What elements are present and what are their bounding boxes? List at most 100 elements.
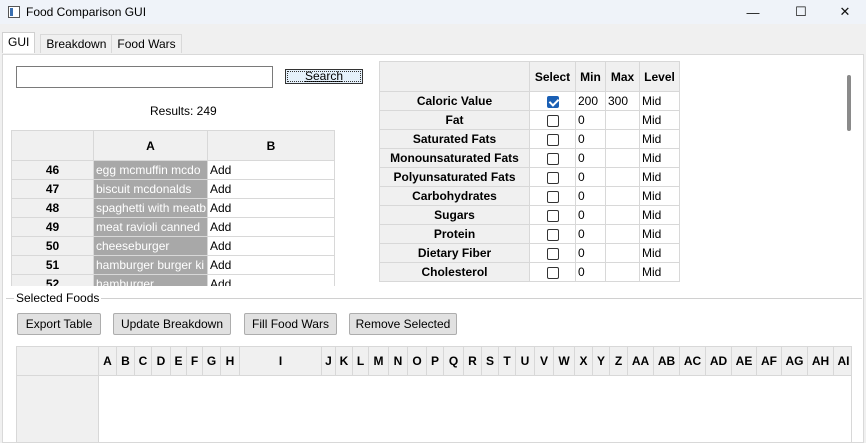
select-checkbox[interactable] bbox=[546, 266, 559, 279]
add-cell[interactable]: Add bbox=[207, 217, 335, 237]
column-header[interactable]: U bbox=[516, 347, 535, 376]
max-cell[interactable] bbox=[605, 262, 640, 282]
min-cell[interactable]: 200 bbox=[575, 91, 606, 111]
column-header[interactable]: AH bbox=[808, 347, 834, 376]
select-checkbox[interactable] bbox=[546, 190, 559, 203]
column-header[interactable]: A bbox=[99, 347, 117, 376]
column-header[interactable]: Z bbox=[610, 347, 628, 376]
add-cell[interactable]: Add bbox=[207, 274, 335, 286]
tab-gui[interactable]: GUI bbox=[2, 32, 36, 53]
column-header[interactable]: T bbox=[499, 347, 516, 376]
nutrient-table-scrollbar[interactable] bbox=[847, 75, 851, 131]
level-cell[interactable]: Mid bbox=[639, 148, 680, 168]
column-header-b[interactable]: B bbox=[207, 130, 335, 161]
column-header[interactable]: AA bbox=[628, 347, 654, 376]
min-cell[interactable]: 0 bbox=[575, 186, 606, 206]
min-cell[interactable]: 0 bbox=[575, 243, 606, 263]
column-header[interactable]: F bbox=[187, 347, 203, 376]
level-cell[interactable]: Mid bbox=[639, 262, 680, 282]
level-cell[interactable]: Mid bbox=[639, 186, 680, 206]
column-header[interactable]: AG bbox=[782, 347, 808, 376]
tab-food-wars[interactable]: Food Wars bbox=[111, 34, 182, 53]
select-checkbox[interactable] bbox=[546, 247, 559, 260]
select-checkbox[interactable] bbox=[546, 209, 559, 222]
max-cell[interactable] bbox=[605, 205, 640, 225]
remove-selected-button[interactable]: Remove Selected bbox=[349, 313, 457, 335]
column-header[interactable]: N bbox=[389, 347, 408, 376]
food-name-cell[interactable]: cheeseburger bbox=[93, 236, 208, 256]
level-cell[interactable]: Mid bbox=[639, 243, 680, 263]
column-header[interactable]: R bbox=[464, 347, 482, 376]
column-header-level[interactable]: Level bbox=[639, 61, 680, 92]
add-cell[interactable]: Add bbox=[207, 160, 335, 180]
column-header[interactable]: AE bbox=[732, 347, 757, 376]
column-header[interactable]: AB bbox=[654, 347, 680, 376]
column-header[interactable]: X bbox=[575, 347, 593, 376]
max-cell[interactable] bbox=[605, 186, 640, 206]
min-cell[interactable]: 0 bbox=[575, 148, 606, 168]
max-cell[interactable] bbox=[605, 167, 640, 187]
food-name-cell[interactable]: hamburger bbox=[93, 274, 208, 286]
column-header[interactable]: W bbox=[554, 347, 575, 376]
food-name-cell[interactable]: egg mcmuffin mcdo bbox=[93, 160, 208, 180]
column-header-min[interactable]: Min bbox=[575, 61, 606, 92]
column-header[interactable]: AC bbox=[680, 347, 706, 376]
column-header[interactable]: AF bbox=[757, 347, 782, 376]
level-cell[interactable]: Mid bbox=[639, 110, 680, 130]
food-name-cell[interactable]: spaghetti with meatb bbox=[93, 198, 208, 218]
max-cell[interactable] bbox=[605, 148, 640, 168]
column-header[interactable]: V bbox=[535, 347, 554, 376]
max-cell[interactable]: 300 bbox=[605, 91, 640, 111]
column-header[interactable]: D bbox=[152, 347, 171, 376]
min-cell[interactable]: 0 bbox=[575, 205, 606, 225]
min-cell[interactable]: 0 bbox=[575, 224, 606, 244]
column-header[interactable]: Q bbox=[444, 347, 464, 376]
column-header[interactable]: S bbox=[482, 347, 499, 376]
level-cell[interactable]: Mid bbox=[639, 91, 680, 111]
column-header[interactable]: I bbox=[240, 347, 322, 376]
column-header-a[interactable]: A bbox=[93, 130, 208, 161]
column-header[interactable]: J bbox=[322, 347, 336, 376]
column-header[interactable]: B bbox=[117, 347, 135, 376]
level-cell[interactable]: Mid bbox=[639, 205, 680, 225]
column-header-select[interactable]: Select bbox=[529, 61, 576, 92]
max-cell[interactable] bbox=[605, 243, 640, 263]
min-cell[interactable]: 0 bbox=[575, 262, 606, 282]
select-checkbox[interactable] bbox=[546, 114, 559, 127]
food-name-cell[interactable]: hamburger burger ki bbox=[93, 255, 208, 275]
column-header[interactable]: Y bbox=[593, 347, 610, 376]
food-name-cell[interactable]: biscuit mcdonalds bbox=[93, 179, 208, 199]
column-header[interactable]: AI bbox=[834, 347, 851, 376]
add-cell[interactable]: Add bbox=[207, 236, 335, 256]
column-header[interactable]: G bbox=[203, 347, 221, 376]
column-header[interactable]: C bbox=[135, 347, 152, 376]
column-header[interactable]: E bbox=[171, 347, 187, 376]
export-table-button[interactable]: Export Table bbox=[17, 313, 101, 335]
column-header[interactable]: O bbox=[408, 347, 427, 376]
max-cell[interactable] bbox=[605, 224, 640, 244]
select-checkbox[interactable] bbox=[546, 171, 559, 184]
food-name-cell[interactable]: meat ravioli canned bbox=[93, 217, 208, 237]
min-cell[interactable]: 0 bbox=[575, 110, 606, 130]
select-checkbox[interactable] bbox=[546, 228, 559, 241]
add-cell[interactable]: Add bbox=[207, 255, 335, 275]
search-button[interactable]: Search bbox=[285, 69, 363, 84]
column-header[interactable]: K bbox=[336, 347, 353, 376]
select-checkbox[interactable] bbox=[546, 152, 559, 165]
maximize-button[interactable]: ☐ bbox=[778, 0, 824, 24]
minimize-button[interactable]: — bbox=[730, 0, 776, 24]
column-header[interactable]: L bbox=[353, 347, 369, 376]
max-cell[interactable] bbox=[605, 129, 640, 149]
add-cell[interactable]: Add bbox=[207, 198, 335, 218]
min-cell[interactable]: 0 bbox=[575, 167, 606, 187]
select-checkbox[interactable] bbox=[546, 95, 559, 108]
min-cell[interactable]: 0 bbox=[575, 129, 606, 149]
column-header[interactable]: M bbox=[369, 347, 389, 376]
level-cell[interactable]: Mid bbox=[639, 224, 680, 244]
column-header-max[interactable]: Max bbox=[605, 61, 640, 92]
search-input[interactable] bbox=[16, 66, 273, 88]
tab-breakdown[interactable]: Breakdown bbox=[40, 34, 113, 53]
max-cell[interactable] bbox=[605, 110, 640, 130]
level-cell[interactable]: Mid bbox=[639, 167, 680, 187]
select-checkbox[interactable] bbox=[546, 133, 559, 146]
